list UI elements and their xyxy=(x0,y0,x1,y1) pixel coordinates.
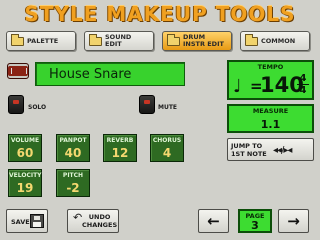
undo-label: UNDO CHANGES xyxy=(82,213,118,229)
save-label: SAVE xyxy=(11,218,30,226)
tempo-display[interactable]: TEMPO ♩ = 140 4 4 xyxy=(227,60,314,100)
param-label: VOLUME xyxy=(10,137,40,144)
tab-drum-instr-edit[interactable]: DRUM INSTR EDIT xyxy=(162,31,232,51)
quarter-note-icon: ♩ xyxy=(233,76,242,97)
param-value: 4 xyxy=(162,146,172,160)
tab-label: PALETTE xyxy=(27,36,59,45)
param-label: REVERB xyxy=(106,137,134,144)
param-value: 19 xyxy=(16,181,34,195)
param-velocity[interactable]: VELOCITY 19 xyxy=(8,169,42,197)
instrument-name-display[interactable]: House Snare xyxy=(35,62,185,86)
floppy-disk-icon xyxy=(30,214,44,228)
page-indicator: PAGE 3 xyxy=(238,209,272,233)
mute-label: MUTE xyxy=(158,104,178,111)
undo-changes-button[interactable]: ↶ UNDO CHANGES xyxy=(67,209,119,233)
page-title: STYLE MAKEUP TOOLS xyxy=(24,2,296,26)
tab-label: DRUM INSTR EDIT xyxy=(183,33,224,48)
param-value: -2 xyxy=(66,181,80,195)
folder-icon xyxy=(11,34,24,46)
measure-value: 1.1 xyxy=(260,118,281,131)
jump-arrows-icon: ◂◂/▸◂ xyxy=(273,145,292,156)
tab-sound-edit[interactable]: SOUND EDIT xyxy=(84,31,154,51)
param-panpot[interactable]: PANPOT 40 xyxy=(56,134,90,162)
tab-common[interactable]: COMMON xyxy=(240,31,310,51)
param-label: CHORUS xyxy=(152,137,182,144)
instrument-name: House Snare xyxy=(49,67,132,82)
previous-page-button[interactable]: ← xyxy=(198,209,229,233)
param-label: VELOCITY xyxy=(9,172,42,179)
param-reverb[interactable]: REVERB 12 xyxy=(103,134,137,162)
snare-drum-icon[interactable] xyxy=(7,63,29,79)
param-value: 60 xyxy=(16,146,34,160)
solo-label: SOLO xyxy=(28,104,47,111)
param-chorus[interactable]: CHORUS 4 xyxy=(150,134,184,162)
jump-label: JUMP TO 1ST NOTE xyxy=(231,142,267,158)
param-value: 12 xyxy=(111,146,129,160)
jump-to-first-note-button[interactable]: JUMP TO 1ST NOTE ◂◂/▸◂ xyxy=(227,138,314,161)
tab-label: SOUND EDIT xyxy=(105,33,132,48)
measure-label: MEASURE xyxy=(252,107,289,115)
param-label: PITCH xyxy=(62,172,84,179)
style-makeup-screen: STYLE MAKEUP TOOLS PALETTE SOUND EDIT DR… xyxy=(0,0,320,240)
next-page-button[interactable]: → xyxy=(278,209,309,233)
time-signature-top: 4 xyxy=(299,73,307,84)
tempo-label: TEMPO xyxy=(257,63,284,71)
folder-icon xyxy=(167,34,180,46)
param-volume[interactable]: VOLUME 60 xyxy=(8,134,42,162)
param-value: 40 xyxy=(64,146,82,160)
undo-arrow-icon: ↶ xyxy=(73,211,83,224)
tab-label: COMMON xyxy=(261,36,296,45)
folder-icon xyxy=(245,34,258,46)
folder-icon xyxy=(89,34,102,46)
mute-button[interactable] xyxy=(139,95,155,114)
time-signature-bottom: 4 xyxy=(299,85,307,96)
time-signature: 4 4 xyxy=(297,73,309,96)
tab-palette[interactable]: PALETTE xyxy=(6,31,76,51)
arrow-right-icon: → xyxy=(287,212,300,230)
param-pitch[interactable]: PITCH -2 xyxy=(56,169,90,197)
param-label: PANPOT xyxy=(59,137,87,144)
solo-button[interactable] xyxy=(8,95,24,114)
measure-display[interactable]: MEASURE 1.1 xyxy=(227,104,314,133)
page-number: 3 xyxy=(251,219,259,232)
save-button[interactable]: SAVE xyxy=(6,209,48,233)
arrow-left-icon: ← xyxy=(207,212,220,230)
